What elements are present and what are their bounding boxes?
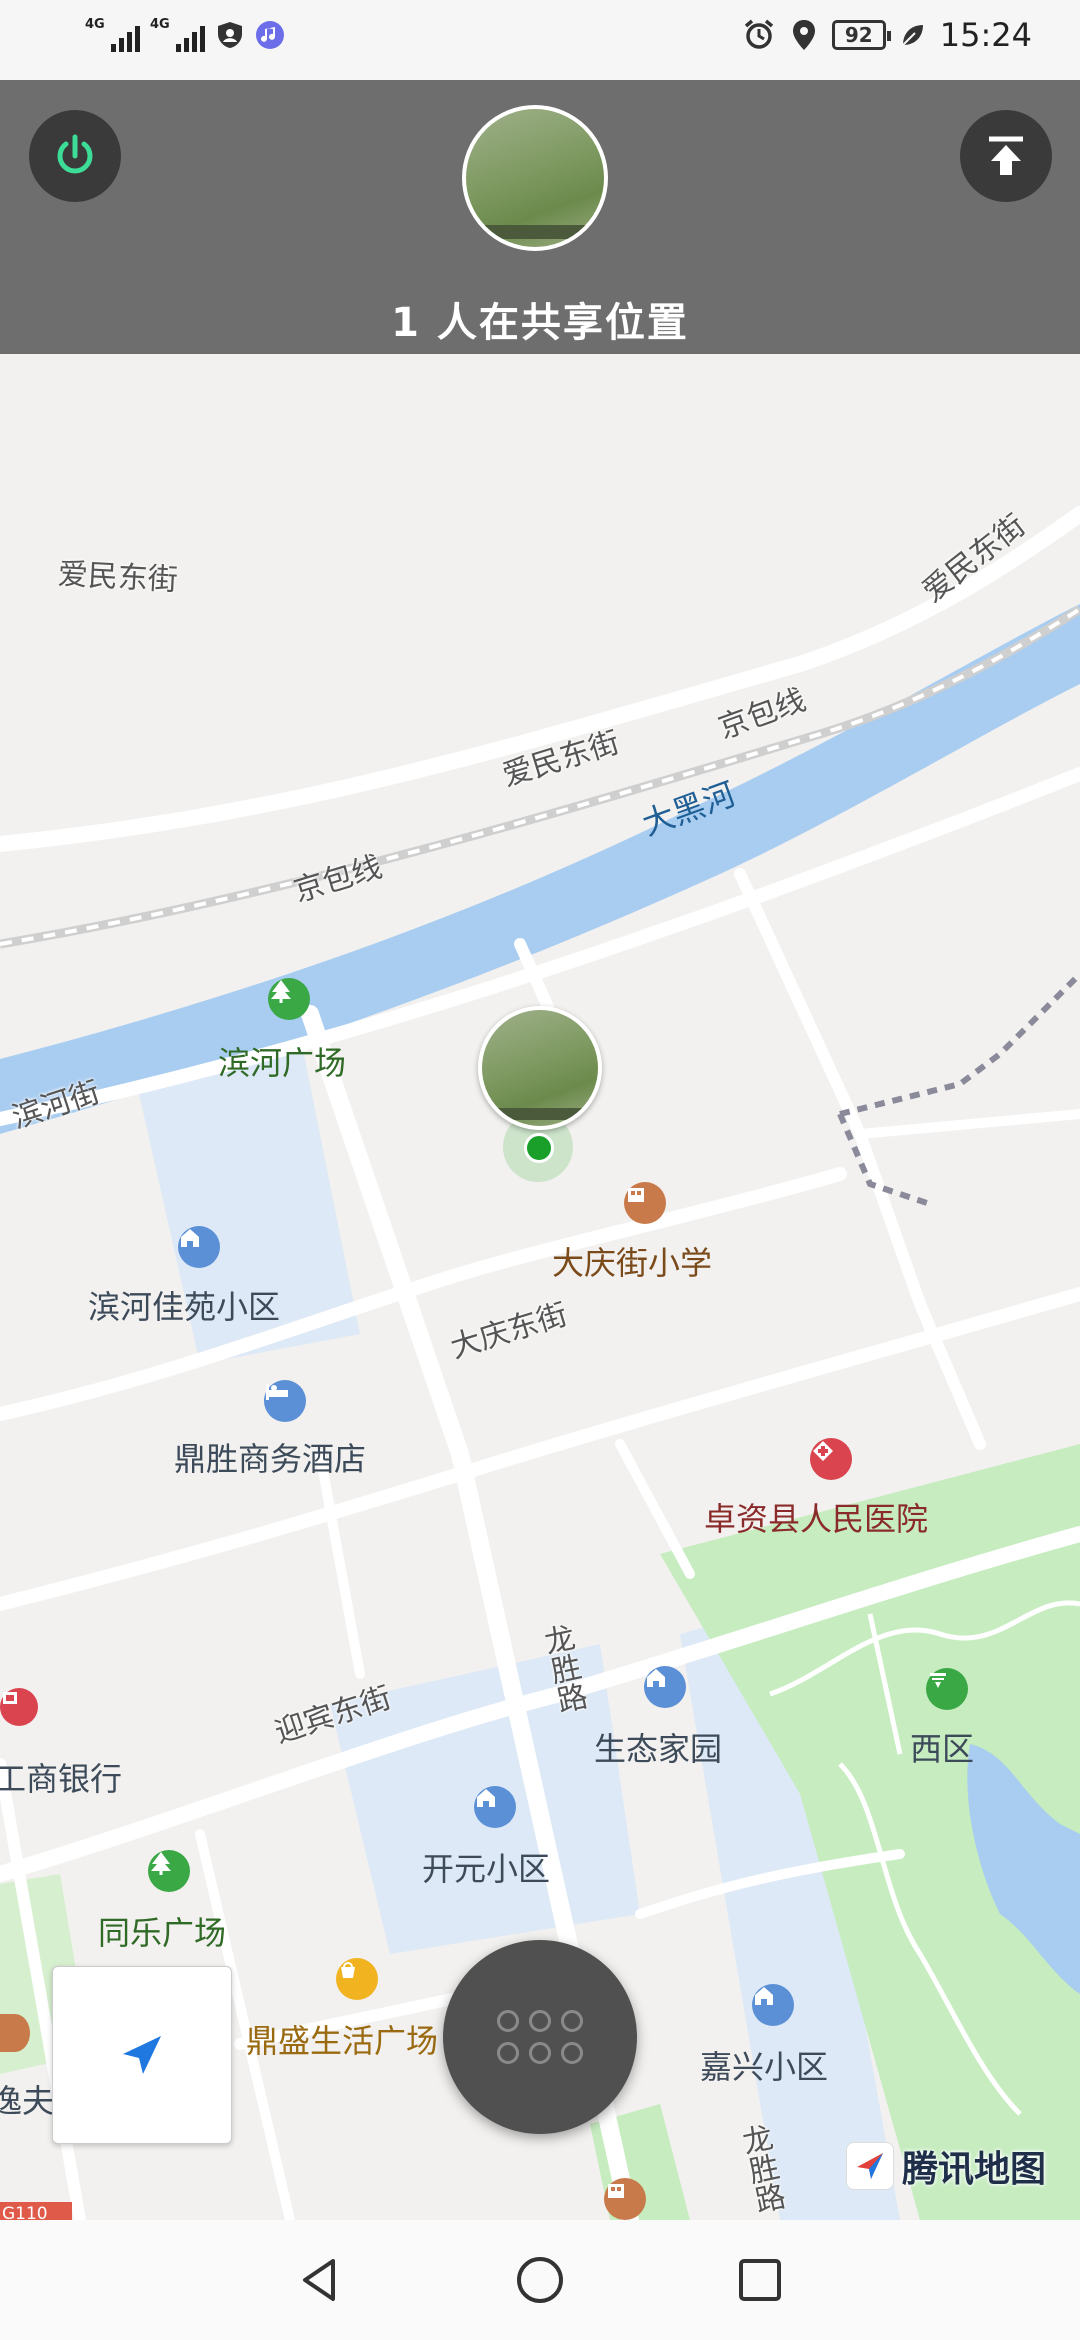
current-location-dot bbox=[524, 1133, 554, 1163]
battery-indicator: 92 bbox=[831, 20, 891, 50]
grid-menu-button[interactable] bbox=[443, 1940, 637, 2134]
poi-kaiyuan[interactable]: 开元小区 bbox=[422, 1844, 550, 1890]
residential-icon-2[interactable] bbox=[474, 1786, 516, 1828]
school-icon[interactable] bbox=[624, 1182, 666, 1224]
shield-user-icon bbox=[218, 22, 242, 48]
marker-caption-strip bbox=[482, 1108, 598, 1120]
sharing-count-title: 1 人在共享位置 bbox=[391, 300, 689, 346]
back-button[interactable] bbox=[290, 2250, 350, 2310]
poi-tongle-square[interactable]: 同乐广场 bbox=[98, 1908, 226, 1954]
alarm-icon bbox=[744, 19, 773, 49]
residential-icon-4[interactable] bbox=[752, 1984, 794, 2026]
grid-menu-icon bbox=[497, 2010, 583, 2064]
hotel-icon[interactable] bbox=[264, 1380, 306, 1422]
bank-icon[interactable] bbox=[0, 1688, 38, 1726]
poi-dingsheng-plaza[interactable]: 鼎盛生活广场 bbox=[246, 2016, 438, 2062]
road-label-aimin-1: 爱民东街 bbox=[56, 556, 179, 599]
leaf-icon bbox=[902, 25, 923, 46]
music-app-icon bbox=[256, 21, 284, 49]
residential-icon-3[interactable] bbox=[644, 1666, 686, 1708]
home-button[interactable] bbox=[510, 2250, 570, 2310]
locate-arrow-icon bbox=[123, 2036, 161, 2074]
my-location-button[interactable] bbox=[52, 1966, 232, 2144]
hospital-icon[interactable] bbox=[810, 1438, 852, 1480]
poi-dingsheng-hotel[interactable]: 鼎胜商务酒店 bbox=[174, 1434, 366, 1480]
back-icon bbox=[303, 2259, 335, 2301]
recents-button[interactable] bbox=[730, 2250, 790, 2310]
signal-icon: 4G bbox=[85, 18, 140, 52]
network-type-2: 4G bbox=[150, 17, 170, 32]
system-nav-bar bbox=[0, 2220, 1080, 2340]
poi-hospital[interactable]: 卓资县人民医院 bbox=[704, 1494, 928, 1540]
poi-xiqu[interactable]: 西区 bbox=[910, 1724, 974, 1770]
location-share-header: 1 人在共享位置 bbox=[0, 80, 1080, 354]
upload-icon bbox=[989, 136, 1023, 175]
status-left: 4G 4G bbox=[85, 18, 285, 52]
brand-name: 腾讯地图 bbox=[902, 2149, 1047, 2190]
park-icon[interactable] bbox=[268, 978, 310, 1020]
clock: 15:24 bbox=[939, 16, 1032, 54]
stop-sharing-button[interactable] bbox=[29, 110, 121, 202]
park-icon-2[interactable] bbox=[148, 1850, 190, 1892]
poi-binhe-square[interactable]: 滨河广场 bbox=[218, 1038, 346, 1084]
school-icon-3[interactable] bbox=[604, 2178, 646, 2220]
scenic-icon[interactable] bbox=[926, 1668, 968, 1710]
residential-icon[interactable] bbox=[178, 1226, 220, 1268]
home-icon bbox=[517, 2257, 563, 2303]
poi-daqing-school[interactable]: 大庆街小学 bbox=[552, 1238, 712, 1284]
poi-binhe-jiayuan[interactable]: 滨河佳苑小区 bbox=[88, 1282, 280, 1328]
recents-icon bbox=[739, 2259, 781, 2301]
shared-user-avatar[interactable] bbox=[462, 105, 608, 251]
shopping-icon[interactable] bbox=[336, 1958, 378, 2000]
poi-jiaxing[interactable]: 嘉兴小区 bbox=[700, 2042, 828, 2088]
poi-shengtai[interactable]: 生态家园 bbox=[594, 1724, 722, 1770]
status-bar: 4G 4G 92 15:24 bbox=[0, 0, 1080, 80]
location-icon bbox=[792, 20, 815, 50]
poi-icbc[interactable]: 工商银行 bbox=[0, 1754, 122, 1800]
user-location-avatar[interactable] bbox=[478, 1006, 602, 1130]
power-icon bbox=[57, 134, 93, 174]
school-icon-2[interactable] bbox=[0, 2014, 30, 2052]
status-right: 92 15:24 bbox=[742, 16, 1032, 54]
map-provider-logo: 腾讯地图 bbox=[846, 2140, 1046, 2192]
signal-icon-2: 4G bbox=[150, 18, 205, 52]
road-label-g110: G110 bbox=[2, 2204, 48, 2220]
avatar-caption-strip bbox=[466, 225, 604, 239]
tencent-map-icon bbox=[846, 2142, 894, 2190]
network-type-1: 4G bbox=[85, 17, 105, 32]
minimize-button[interactable] bbox=[960, 110, 1052, 202]
